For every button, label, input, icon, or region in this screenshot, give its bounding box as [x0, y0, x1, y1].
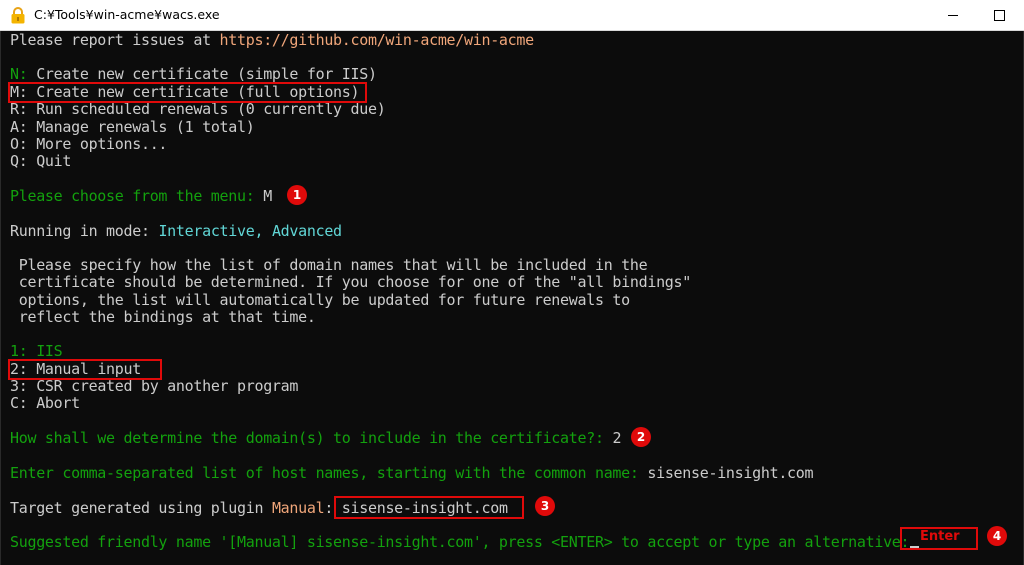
- window-title: C:¥Tools¥win-acme¥wacs.exe: [34, 7, 220, 22]
- target-plugin: Manual: [271, 499, 325, 517]
- enter-label: Enter: [920, 529, 960, 544]
- source-option-abort: C: Abort: [10, 394, 80, 412]
- report-url[interactable]: https://github.com/win-acme/win-acme: [220, 31, 535, 49]
- step-badge-4: 4: [987, 526, 1007, 546]
- highlight-target-value: [334, 496, 524, 519]
- paragraph-line: options, the list will automatically be …: [10, 291, 630, 309]
- mode-line: Running in mode: Interactive, Advanced: [10, 222, 342, 240]
- maximize-button[interactable]: [976, 0, 1022, 31]
- menu-item-n: N: Create new certificate (simple for II…: [10, 65, 377, 83]
- highlight-full-options: [8, 82, 367, 103]
- menu-item-a: A: Manage renewals (1 total): [10, 118, 255, 136]
- source-option-iis: 1: IIS: [10, 342, 63, 360]
- lock-icon: [11, 7, 25, 24]
- determine-prompt-line: How shall we determine the domain(s) to …: [10, 429, 622, 447]
- choose-prompt-line: Please choose from the menu: M: [10, 187, 272, 205]
- menu-item-o: O: More options...: [10, 135, 168, 153]
- choose-answer: M: [263, 187, 272, 205]
- step-badge-2: 2: [631, 427, 651, 447]
- mode-value: Interactive, Advanced: [158, 222, 342, 240]
- paragraph-line: reflect the bindings at that time.: [10, 308, 316, 326]
- title-bar: C:¥Tools¥win-acme¥wacs.exe: [0, 0, 1024, 31]
- paragraph-line: Please specify how the list of domain na…: [10, 256, 648, 274]
- determine-answer: 2: [612, 429, 622, 447]
- highlight-manual-input: [8, 359, 162, 380]
- text-cursor: [910, 546, 919, 548]
- step-badge-3: 3: [535, 496, 555, 516]
- report-line: Please report issues at https://github.c…: [10, 31, 534, 49]
- hostnames-answer: sisense-insight.com: [647, 464, 814, 482]
- paragraph-line: certificate should be determined. If you…: [10, 273, 692, 291]
- menu-item-q: Q: Quit: [10, 152, 72, 170]
- maximize-icon: [993, 10, 1005, 21]
- minimize-icon: [948, 15, 958, 16]
- friendly-name-prompt: Suggested friendly name '[Manual] sisens…: [10, 533, 919, 551]
- hostnames-prompt-line: Enter comma-separated list of host names…: [10, 464, 814, 482]
- minimize-button[interactable]: [930, 0, 976, 31]
- step-badge-1: 1: [287, 185, 307, 205]
